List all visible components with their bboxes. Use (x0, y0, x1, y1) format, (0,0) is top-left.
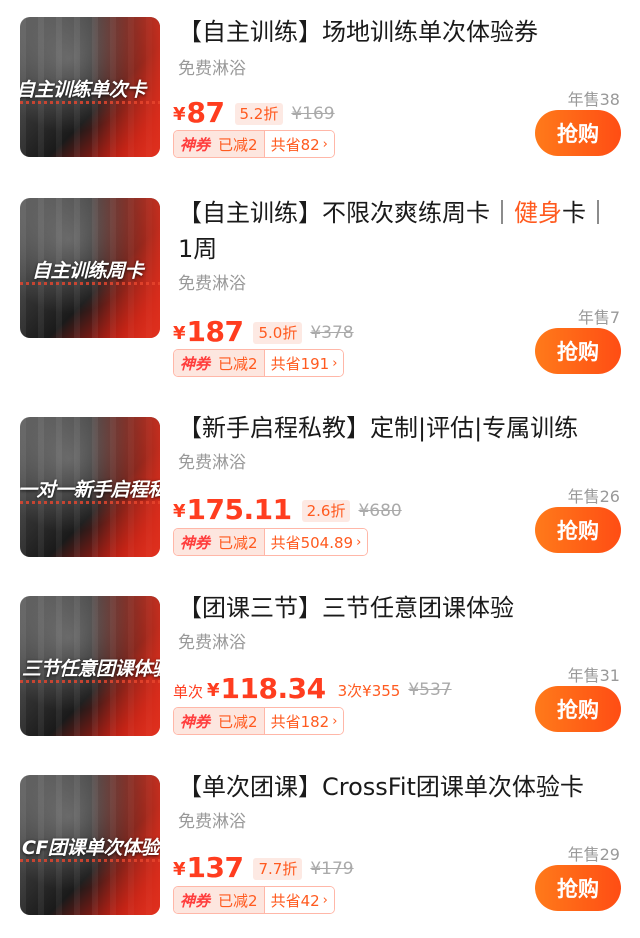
annual-sales: 年售38 (567, 90, 620, 109)
deal-subtitle: 免费淋浴 (178, 633, 246, 653)
deal-item[interactable]: 一对一新手启程私教 【新手启程私教】定制|评估|专属训练 免费淋浴 ¥ 175.… (0, 401, 640, 580)
deal-thumbnail[interactable]: 三节任意团课体验 (20, 596, 160, 736)
deal-thumbnail[interactable]: 一对一新手启程私教 (20, 417, 160, 557)
deal-title[interactable]: 【新手启程私教】定制|评估|专属训练 (178, 410, 622, 446)
deal-subtitle: 免费淋浴 (178, 59, 246, 79)
currency-symbol: ¥ (173, 501, 186, 522)
deal-title[interactable]: 【单次团课】CrossFit团课单次体验卡 (178, 769, 622, 805)
coupon-reduced: 已减2 (216, 708, 264, 734)
chevron-right-icon: › (332, 713, 338, 729)
price-row: ¥ 137 7.7折 ¥179 (173, 851, 354, 885)
thumbnail-caption: 三节任意团课体验 (22, 658, 160, 680)
annual-sales: 年售31 (567, 666, 620, 685)
discount-badge: 5.2折 (234, 103, 284, 125)
original-price: ¥169 (291, 104, 335, 124)
annual-sales: 年售29 (567, 845, 620, 864)
currency-symbol: ¥ (173, 323, 186, 344)
price-row: ¥ 87 5.2折 ¥169 (173, 96, 335, 130)
price-row: 单次 ¥ 118.34 3次¥355 ¥537 (173, 672, 452, 706)
coupon-badge[interactable]: 神券 已减2 共省191 › (173, 349, 345, 377)
coupon-tag: 神券 (174, 708, 217, 734)
deal-title[interactable]: 【团课三节】三节任意团课体验 (178, 590, 622, 626)
original-price: ¥179 (310, 859, 354, 879)
buy-button[interactable]: 抢购 (535, 507, 621, 553)
chevron-right-icon: › (322, 136, 328, 152)
coupon-save: 共省191 › (263, 350, 344, 376)
coupon-reduced: 已减2 (216, 529, 264, 555)
thumbnail-stripe (20, 501, 160, 504)
coupon-badge[interactable]: 神券 已减2 共省504.89 › (173, 528, 369, 556)
thumbnail-caption: CF团课单次体验 (22, 837, 159, 859)
sale-price: 187 (186, 315, 244, 348)
thumbnail-caption: 自主训练单次卡 (20, 79, 146, 101)
chevron-right-icon: › (332, 355, 338, 371)
deal-item[interactable]: 自主训练周卡 【自主训练】不限次爽练周卡｜健身卡｜1周 免费淋浴 ¥ 187 5… (0, 179, 640, 401)
deal-title-highlight: 健身 (514, 199, 562, 227)
price-row: ¥ 175.11 2.6折 ¥680 (173, 493, 402, 527)
deal-list: 自主训练单次卡 【自主训练】场地训练单次体验券 免费淋浴 ¥ 87 5.2折 ¥… (0, 0, 640, 938)
annual-sales: 年售26 (567, 487, 620, 506)
sale-price: 87 (186, 96, 225, 129)
coupon-save: 共省182 › (263, 708, 344, 734)
coupon-tag: 神券 (174, 529, 217, 555)
coupon-tag: 神券 (174, 350, 217, 376)
thumbnail-stripe (20, 282, 160, 285)
deal-title-part: 【自主训练】不限次爽练周卡｜ (178, 199, 514, 227)
annual-sales: 年售7 (577, 308, 620, 327)
coupon-save-text: 共省42 (270, 891, 320, 910)
buy-button[interactable]: 抢购 (535, 865, 621, 911)
coupon-save: 共省42 › (263, 887, 334, 913)
coupon-tag: 神券 (174, 887, 217, 913)
deal-subtitle: 免费淋浴 (178, 274, 246, 294)
deal-subtitle: 免费淋浴 (178, 812, 246, 832)
price-row: ¥ 187 5.0折 ¥378 (173, 315, 354, 349)
bundle-price: 3次¥355 (337, 682, 401, 700)
original-price: ¥378 (310, 323, 354, 343)
coupon-reduced: 已减2 (216, 350, 264, 376)
currency-symbol: ¥ (207, 680, 220, 701)
chevron-right-icon: › (322, 892, 328, 908)
coupon-badge[interactable]: 神券 已减2 共省42 › (173, 886, 335, 914)
coupon-reduced: 已减2 (216, 887, 264, 913)
coupon-save-text: 共省191 (270, 354, 330, 373)
coupon-tag: 神券 (174, 131, 217, 157)
coupon-save: 共省504.89 › (263, 529, 368, 555)
thumbnail-stripe (20, 680, 160, 683)
deal-thumbnail[interactable]: 自主训练周卡 (20, 198, 160, 338)
discount-badge: 7.7折 (253, 858, 303, 880)
deal-thumbnail[interactable]: CF团课单次体验 (20, 775, 160, 915)
sale-price: 137 (186, 851, 244, 884)
deal-item[interactable]: 三节任意团课体验 【团课三节】三节任意团课体验 免费淋浴 单次 ¥ 118.34… (0, 580, 640, 759)
coupon-badge[interactable]: 神券 已减2 共省82 › (173, 130, 335, 158)
sale-price: 118.34 (220, 672, 327, 705)
thumbnail-stripe (20, 101, 160, 104)
chevron-right-icon: › (356, 534, 362, 550)
coupon-save-text: 共省182 (270, 712, 330, 731)
deal-thumbnail[interactable]: 自主训练单次卡 (20, 17, 160, 157)
coupon-save-text: 共省504.89 (270, 533, 354, 552)
coupon-save-text: 共省82 (270, 135, 320, 154)
discount-badge: 5.0折 (253, 322, 303, 344)
discount-badge: 2.6折 (301, 500, 351, 522)
buy-button[interactable]: 抢购 (535, 328, 621, 374)
deal-subtitle: 免费淋浴 (178, 453, 246, 473)
coupon-reduced: 已减2 (216, 131, 264, 157)
currency-symbol: ¥ (173, 104, 186, 125)
original-price: ¥680 (358, 501, 402, 521)
thumbnail-caption: 自主训练周卡 (32, 260, 144, 282)
deal-title[interactable]: 【自主训练】场地训练单次体验券 (178, 14, 622, 50)
price-prefix: 单次 (173, 683, 204, 701)
original-price: ¥537 (408, 680, 452, 700)
deal-title[interactable]: 【自主训练】不限次爽练周卡｜健身卡｜1周 (178, 195, 622, 267)
thumbnail-caption: 一对一新手启程私教 (20, 479, 160, 501)
buy-button[interactable]: 抢购 (535, 110, 621, 156)
buy-button[interactable]: 抢购 (535, 686, 621, 732)
coupon-save: 共省82 › (263, 131, 334, 157)
deal-item[interactable]: 自主训练单次卡 【自主训练】场地训练单次体验券 免费淋浴 ¥ 87 5.2折 ¥… (0, 0, 640, 179)
deal-item[interactable]: CF团课单次体验 【单次团课】CrossFit团课单次体验卡 免费淋浴 ¥ 13… (0, 759, 640, 938)
thumbnail-stripe (20, 859, 160, 862)
coupon-badge[interactable]: 神券 已减2 共省182 › (173, 707, 345, 735)
sale-price: 175.11 (186, 493, 293, 526)
currency-symbol: ¥ (173, 859, 186, 880)
